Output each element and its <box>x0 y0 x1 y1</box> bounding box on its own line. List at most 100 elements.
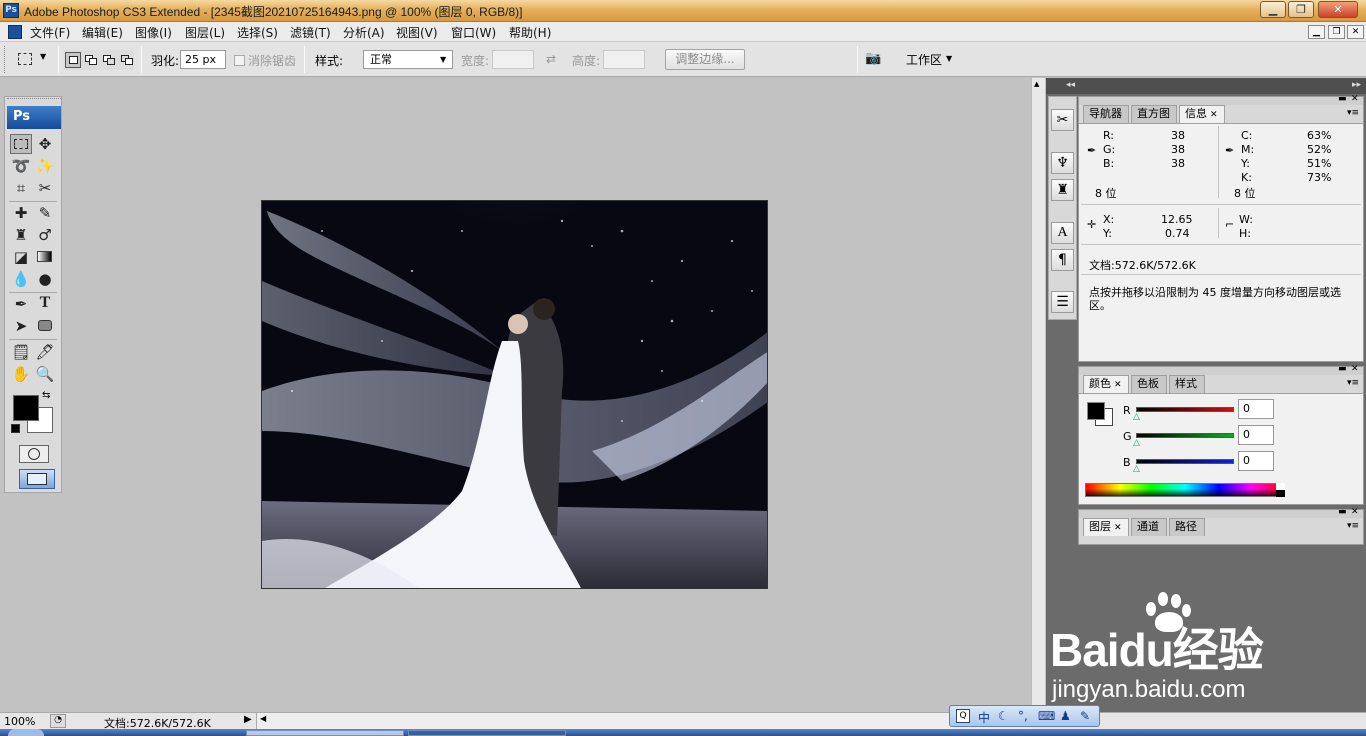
feather-input[interactable]: 25 px <box>180 50 226 69</box>
brush-tool-icon[interactable]: ✎ <box>34 203 56 223</box>
history-brush-tool-icon[interactable]: ♂ <box>34 225 56 245</box>
channel-g-value[interactable]: 0 <box>1238 425 1274 445</box>
document-icon[interactable] <box>8 25 22 39</box>
tab-navigator[interactable]: 导航器 <box>1083 105 1129 123</box>
zoom-level[interactable]: 100% <box>4 715 35 728</box>
color-spectrum-bar[interactable] <box>1085 483 1285 497</box>
tab-styles[interactable]: 样式 <box>1169 375 1205 393</box>
clone-stamp-tool-icon[interactable]: ♜ <box>10 225 32 245</box>
dodge-tool-icon[interactable]: ● <box>34 269 56 289</box>
tab-swatches[interactable]: 色板 <box>1131 375 1167 393</box>
menu-window[interactable]: 窗口(W) <box>451 24 496 41</box>
tool-preset-picker[interactable]: ▼ <box>14 50 54 70</box>
toolbox-grip[interactable] <box>7 98 61 104</box>
width-input[interactable] <box>492 50 534 69</box>
notes-tool-icon[interactable]: 🗒 <box>10 342 32 362</box>
doc-minimize-button[interactable]: ▁ <box>1308 25 1325 39</box>
eyedropper-icon[interactable]: ✒ <box>1087 144 1096 157</box>
slider-thumb-icon[interactable]: △ <box>1133 412 1140 422</box>
move-tool-icon[interactable]: ✥ <box>34 134 56 154</box>
scroll-left-arrow-icon[interactable]: ◀ <box>260 714 266 723</box>
eyedropper-icon[interactable]: ✒ <box>1225 144 1234 157</box>
eraser-tool-icon[interactable]: ◪ <box>10 247 32 267</box>
bridge-status-icon[interactable]: ◔ <box>50 714 66 728</box>
moon-icon[interactable]: ☾ <box>998 709 1009 723</box>
expand-dock-icon[interactable]: ▸▸ <box>1352 80 1361 90</box>
menu-help[interactable]: 帮助(H) <box>509 24 551 41</box>
hand-tool-icon[interactable]: ✋ <box>10 364 32 384</box>
ime-logo-icon[interactable]: Q <box>956 709 970 723</box>
channel-r-value[interactable]: 0 <box>1238 399 1274 419</box>
slice-tool-icon[interactable]: ✂ <box>34 178 56 198</box>
tab-info[interactable]: 信息 ✕ <box>1179 105 1225 123</box>
canvas-horizontal-scrollbar[interactable]: ◀ <box>256 713 1032 729</box>
add-selection-icon[interactable] <box>83 52 99 68</box>
status-menu-arrow-icon[interactable]: ▶ <box>244 714 252 725</box>
panel-header[interactable]: ▬ ✕ <box>1079 364 1363 375</box>
tool-presets-icon[interactable]: ✂ <box>1051 109 1074 131</box>
close-panel-icon[interactable]: ✕ <box>1351 364 1359 374</box>
screen-mode-button[interactable] <box>19 469 55 489</box>
panel-header[interactable]: ▬ ✕ <box>1079 94 1363 105</box>
bridge-icon[interactable]: 📷 <box>865 51 887 69</box>
doc-restore-button[interactable]: ❐ <box>1328 25 1345 39</box>
minimize-panel-icon[interactable]: ▬ <box>1338 507 1347 517</box>
marquee-tool-icon[interactable] <box>10 134 32 154</box>
blur-tool-icon[interactable]: 💧 <box>10 269 32 289</box>
start-button[interactable] <box>8 729 44 736</box>
layer-comps-icon[interactable]: ☰ <box>1051 291 1074 313</box>
channel-r-slider[interactable] <box>1136 407 1234 412</box>
tab-paths[interactable]: 路径 <box>1169 518 1205 536</box>
refine-edge-button[interactable]: 调整边缘... <box>665 49 745 70</box>
dock-header[interactable]: ◂◂ ▸▸ <box>1046 78 1366 94</box>
user-icon[interactable]: ♟ <box>1060 709 1071 723</box>
pen-tool-icon[interactable]: ✒ <box>10 294 32 314</box>
punctuation-icon[interactable]: °, <box>1018 709 1028 723</box>
style-select[interactable]: 正常 ▼ <box>363 50 453 69</box>
menu-layer[interactable]: 图层(L) <box>185 24 225 41</box>
collapse-dock-icon[interactable]: ◂◂ <box>1066 80 1075 90</box>
panel-menu-icon[interactable]: ▾≡ <box>1347 521 1359 531</box>
antialias-checkbox[interactable] <box>234 55 245 66</box>
minimize-panel-icon[interactable]: ▬ <box>1338 94 1347 104</box>
slider-thumb-icon[interactable]: △ <box>1133 464 1140 474</box>
zoom-tool-icon[interactable]: 🔍 <box>34 364 56 384</box>
shape-tool-icon[interactable] <box>34 316 56 336</box>
foreground-color-swatch[interactable] <box>1087 402 1105 420</box>
menu-filter[interactable]: 滤镜(T) <box>290 24 331 41</box>
paragraph-icon[interactable]: ¶ <box>1051 249 1074 271</box>
healing-brush-tool-icon[interactable]: ✚ <box>10 203 32 223</box>
maximize-button[interactable]: ❐ <box>1288 1 1314 18</box>
taskbar-item[interactable] <box>246 730 404 736</box>
crop-tool-icon[interactable]: ⌗ <box>10 178 32 198</box>
menu-edit[interactable]: 编辑(E) <box>82 24 123 41</box>
new-selection-icon[interactable] <box>65 52 81 68</box>
clone-source-icon[interactable]: ♜ <box>1051 179 1074 201</box>
subtract-selection-icon[interactable] <box>101 52 117 68</box>
swap-icon[interactable]: ⇄ <box>546 52 556 66</box>
tab-channels[interactable]: 通道 <box>1131 518 1167 536</box>
menu-select[interactable]: 选择(S) <box>237 24 278 41</box>
taskbar-item[interactable] <box>408 730 566 736</box>
close-tab-icon[interactable]: ✕ <box>1210 110 1218 120</box>
channel-b-slider[interactable] <box>1136 459 1234 464</box>
swap-colors-icon[interactable]: ⇆ <box>42 390 50 401</box>
close-panel-icon[interactable]: ✕ <box>1351 507 1359 517</box>
minimize-panel-icon[interactable]: ▬ <box>1338 364 1347 374</box>
close-tab-icon[interactable]: ✕ <box>1114 380 1122 390</box>
keyboard-icon[interactable]: ⌨ <box>1038 709 1055 723</box>
magic-wand-tool-icon[interactable]: ✨ <box>34 156 56 176</box>
channel-b-value[interactable]: 0 <box>1238 451 1274 471</box>
brushes-icon[interactable]: ♆ <box>1051 152 1074 174</box>
menu-analysis[interactable]: 分析(A) <box>343 24 385 41</box>
canvas-vertical-scrollbar[interactable]: ▲ <box>1031 78 1045 712</box>
document-canvas[interactable] <box>261 200 768 589</box>
panel-header[interactable]: ▬ ✕ <box>1079 507 1363 518</box>
scroll-up-arrow-icon[interactable]: ▲ <box>1034 80 1039 88</box>
close-tab-icon[interactable]: ✕ <box>1114 523 1122 533</box>
panel-menu-icon[interactable]: ▾≡ <box>1347 378 1359 388</box>
tab-color[interactable]: 颜色 ✕ <box>1083 375 1129 393</box>
gradient-tool-icon[interactable] <box>34 247 56 267</box>
workspace-button[interactable]: 工作区 <box>906 51 942 68</box>
intersect-selection-icon[interactable] <box>119 52 135 68</box>
